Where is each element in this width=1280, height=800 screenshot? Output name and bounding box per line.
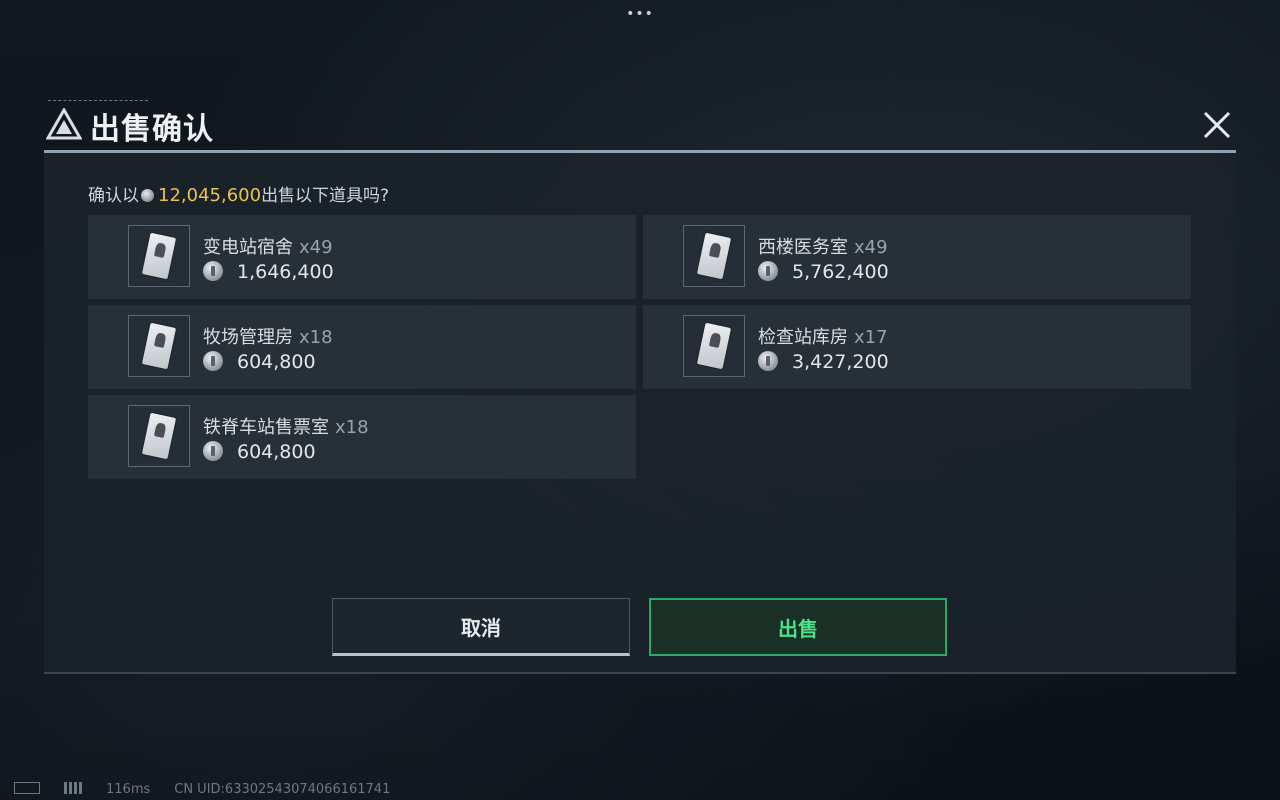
item-qty: x49 — [854, 237, 888, 258]
item-card-icon — [128, 225, 190, 287]
coin-icon — [203, 261, 223, 281]
item-card-icon — [128, 405, 190, 467]
total-amount: 12,045,600 — [158, 185, 262, 206]
item-card-icon — [683, 315, 745, 377]
coin-icon — [758, 351, 778, 371]
list-item: 检查站库房 x17 3,427,200 — [643, 305, 1191, 389]
item-card-icon — [683, 225, 745, 287]
item-name: 铁脊车站售票室 x18 — [203, 417, 369, 438]
coin-icon — [758, 261, 778, 281]
close-icon[interactable] — [1200, 108, 1234, 142]
item-price: 604,800 — [203, 441, 316, 463]
list-item: 铁脊车站售票室 x18 604,800 — [88, 395, 636, 479]
coin-icon — [203, 441, 223, 461]
list-item: 变电站宿舍 x49 1,646,400 — [88, 215, 636, 299]
coin-icon — [203, 351, 223, 371]
more-menu-icon[interactable]: ••• — [620, 6, 660, 22]
dialog-header: 出售确认 — [44, 100, 1236, 150]
item-name: 检查站库房 x17 — [758, 327, 888, 348]
prompt-suffix: 出售以下道具吗? — [261, 186, 390, 206]
item-qty: x18 — [335, 417, 369, 438]
item-price: 5,762,400 — [758, 261, 889, 283]
sell-button[interactable]: 出售 — [649, 598, 947, 656]
item-qty: x49 — [299, 237, 333, 258]
list-item: 牧场管理房 x18 604,800 — [88, 305, 636, 389]
item-price: 604,800 — [203, 351, 316, 373]
item-name: 西楼医务室 x49 — [758, 237, 888, 258]
dialog-title: 出售确认 — [90, 112, 214, 147]
signal-icon — [64, 782, 82, 794]
cancel-button[interactable]: 取消 — [332, 598, 630, 656]
item-name: 牧场管理房 x18 — [203, 327, 333, 348]
battery-icon — [14, 782, 40, 794]
item-price: 1,646,400 — [203, 261, 334, 283]
list-item: 西楼医务室 x49 5,762,400 — [643, 215, 1191, 299]
coin-icon — [141, 189, 154, 202]
logo-icon — [46, 108, 82, 140]
item-price: 3,427,200 — [758, 351, 889, 373]
item-qty: x18 — [299, 327, 333, 348]
item-card-icon — [128, 315, 190, 377]
ping-text: 116ms — [106, 782, 151, 797]
item-name: 变电站宿舍 x49 — [203, 237, 333, 258]
sell-confirm-panel: 确认以 12,045,600出售以下道具吗? 变电站宿舍 x49 1,646,400… — [44, 150, 1236, 674]
prompt-prefix: 确认以 — [88, 186, 139, 206]
item-qty: x17 — [854, 327, 888, 348]
confirm-prompt: 确认以 12,045,600出售以下道具吗? — [88, 181, 389, 206]
status-bar: 116ms CN UID:633025430740661617​41 — [14, 782, 414, 797]
uid-text: CN UID:633025430740661617​41 — [174, 782, 391, 797]
